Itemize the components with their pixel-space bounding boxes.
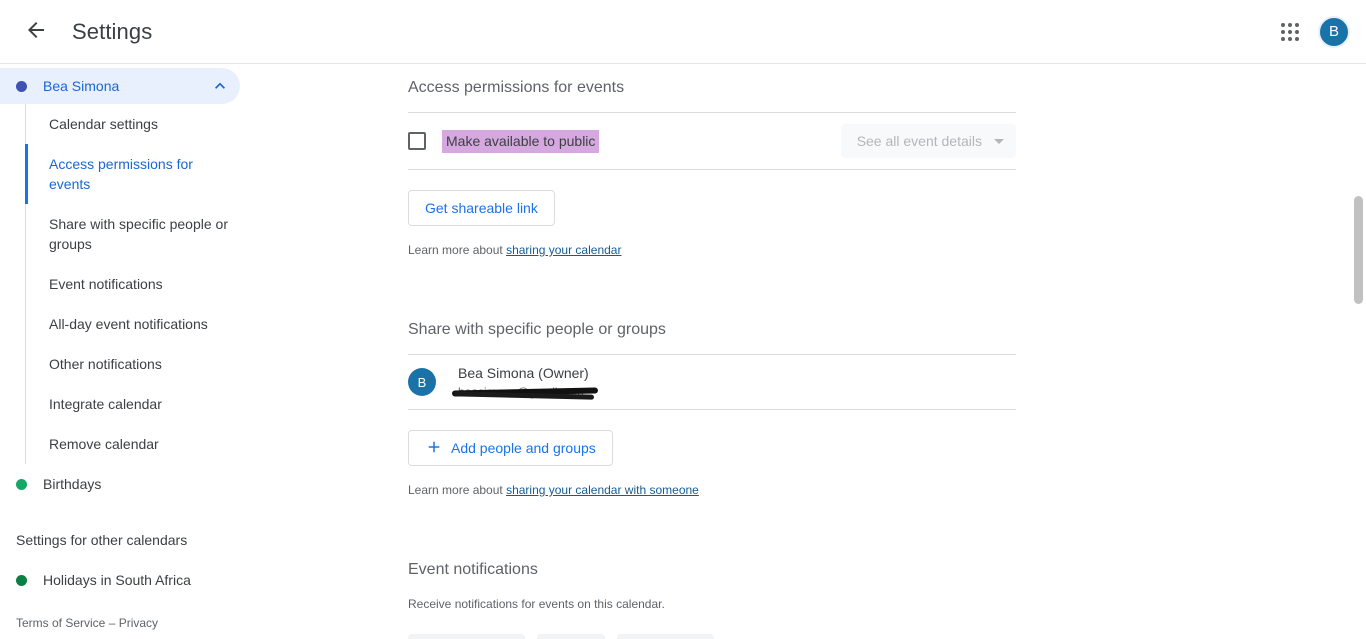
chevron-up-icon[interactable] [208, 74, 232, 98]
arrow-left-icon [24, 18, 48, 45]
sidebar-subnav: Calendar settings Access permissions for… [25, 104, 256, 464]
sharing-your-calendar-with-someone-link[interactable]: sharing your calendar with someone [506, 483, 699, 497]
notification-amount-input[interactable]: 30 [537, 634, 606, 639]
back-button[interactable] [16, 12, 56, 52]
app-header: Settings B [0, 0, 1366, 64]
settings-sidebar: Bea Simona Calendar settings Access perm… [0, 64, 256, 639]
event-visibility-select[interactable]: See all event details [840, 124, 1016, 158]
learn-more-sharing-with-someone: Learn more about sharing your calendar w… [408, 482, 1016, 498]
sidebar-footer: Terms of Service – Privacy [0, 616, 174, 630]
sidebar-item-calendar-settings[interactable]: Calendar settings [25, 104, 249, 144]
event-notifications-description: Receive notifications for events on this… [408, 597, 665, 611]
calendar-color-dot [16, 574, 27, 586]
shared-person-row[interactable]: B Bea Simona (Owner) beasimona@gmail.com [408, 355, 1016, 409]
calendar-color-dot [16, 80, 27, 92]
plus-icon [425, 438, 443, 459]
add-people-and-groups-label: Add people and groups [451, 440, 596, 456]
section-title-access-permissions: Access permissions for events [408, 79, 625, 96]
sidebar-calendar-group-bea-simona[interactable]: Bea Simona [0, 68, 240, 104]
footer-separator: – [105, 616, 119, 630]
section-title-share-with-people: Share with specific people or groups [408, 321, 666, 338]
sidebar-item-all-day-event-notifications[interactable]: All-day event notifications [25, 304, 249, 344]
shared-person-info: Bea Simona (Owner) beasimona@gmail.com [451, 363, 599, 401]
sidebar-item-other-notifications[interactable]: Other notifications [25, 344, 249, 384]
learn-more-sharing-calendar: Learn more about sharing your calendar [408, 242, 1016, 258]
page-title: Settings [72, 18, 153, 44]
settings-content: Access permissions for events Make avail… [408, 64, 1016, 639]
apps-grid-icon [1281, 22, 1299, 41]
divider [408, 409, 1016, 410]
make-public-label[interactable]: Make available to public [442, 129, 600, 153]
public-access-row: Make available to public See all event d… [408, 113, 1016, 169]
main-scrollbar-thumb[interactable] [1354, 196, 1363, 304]
event-visibility-value: See all event details [856, 133, 982, 149]
avatar: B [408, 368, 436, 396]
notification-unit-select[interactable]: minutes [617, 634, 715, 639]
sidebar-calendar-label: Birthdays [43, 476, 102, 492]
sidebar-item-remove-calendar[interactable]: Remove calendar [25, 424, 249, 464]
notification-type-select[interactable]: Notification [408, 634, 526, 639]
sidebar-item-integrate-calendar[interactable]: Integrate calendar [25, 384, 249, 424]
shared-person-name: Bea Simona (Owner) [458, 365, 589, 381]
sharing-your-calendar-link[interactable]: sharing your calendar [506, 243, 621, 257]
sidebar-section-other-calendars: Settings for other calendars [16, 532, 188, 548]
calendar-color-dot [16, 478, 27, 490]
section-title-event-notifications: Event notifications [408, 561, 538, 578]
sidebar-item-access-permissions-for-events[interactable]: Access permissions for events [25, 144, 249, 204]
terms-of-service-link[interactable]: Terms of Service [16, 616, 105, 630]
divider [408, 169, 1016, 170]
learn-more-prefix: Learn more about [408, 243, 507, 257]
apps-launcher-button[interactable] [1270, 12, 1310, 52]
main-scrollbar-track[interactable] [1351, 64, 1366, 639]
sidebar-calendar-holidays-in-south-africa[interactable]: Holidays in South Africa [0, 560, 240, 600]
notification-row: Notification 30 minutes [408, 634, 1016, 639]
header-actions: B [1270, 12, 1350, 52]
account-avatar[interactable]: B [1318, 15, 1350, 48]
learn-more-prefix: Learn more about [408, 483, 507, 497]
sidebar-item-share-with-specific-people-or-groups[interactable]: Share with specific people or groups [25, 204, 249, 264]
chevron-down-icon [994, 138, 1004, 144]
sidebar-calendar-group-label: Bea Simona [43, 78, 120, 94]
sidebar-calendar-birthdays[interactable]: Birthdays [0, 464, 240, 504]
shared-person-email: beasimona@gmail.com [451, 383, 599, 401]
add-people-and-groups-button[interactable]: Add people and groups [408, 430, 613, 466]
privacy-link[interactable]: Privacy [119, 616, 158, 630]
settings-main-panel: Access permissions for events Make avail… [256, 64, 1350, 639]
make-public-checkbox[interactable] [408, 132, 426, 150]
sidebar-item-event-notifications[interactable]: Event notifications [25, 264, 249, 304]
get-shareable-link-button[interactable]: Get shareable link [408, 190, 555, 226]
sidebar-calendar-label: Holidays in South Africa [43, 572, 191, 588]
